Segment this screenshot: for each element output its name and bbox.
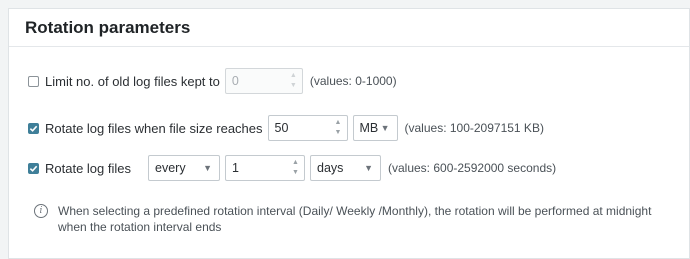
stepper-down-icon[interactable]: ▼	[335, 129, 342, 137]
limit-old-files-row: Limit no. of old log files kept to 0 ▲ ▼…	[28, 68, 397, 94]
rotation-interval-row: Rotate log files every ▼ 1 ▲ ▼ days ▼ (v…	[28, 155, 556, 181]
rotation-interval-checkbox[interactable]	[28, 162, 39, 174]
file-size-hint: (values: 100-2097151 KB)	[404, 121, 544, 135]
chevron-down-icon: ▼	[203, 163, 212, 173]
stepper-up-icon[interactable]: ▲	[290, 72, 297, 80]
stepper-up-icon[interactable]: ▲	[292, 159, 299, 167]
checkmark-icon	[29, 125, 38, 132]
file-size-value: 50	[274, 121, 289, 135]
file-size-unit-select[interactable]: MB ▼	[352, 115, 398, 141]
rotation-interval-value: 1	[232, 161, 239, 175]
limit-old-files-value: 0	[231, 74, 239, 88]
rotation-interval-unit-select[interactable]: days ▼	[310, 155, 381, 181]
rotation-info-note: i When selecting a predefined rotation i…	[34, 203, 654, 235]
limit-old-files-stepper[interactable]: ▲ ▼	[289, 72, 298, 90]
rotation-info-text: When selecting a predefined rotation int…	[58, 204, 652, 234]
rotation-frequency-select[interactable]: every ▼	[148, 155, 220, 181]
limit-old-files-label: Limit no. of old log files kept to	[45, 73, 220, 89]
file-size-checkbox[interactable]	[28, 122, 39, 134]
checkmark-icon	[29, 165, 38, 172]
rotation-interval-stepper[interactable]: ▲ ▼	[291, 159, 300, 177]
rotation-interval-label: Rotate log files	[45, 160, 131, 176]
chevron-down-icon: ▼	[364, 163, 373, 173]
panel-title: Rotation parameters	[25, 17, 191, 37]
rotation-interval-unit-value: days	[317, 161, 344, 175]
rotation-interval-hint: (values: 600-2592000 seconds)	[388, 161, 557, 175]
stepper-down-icon[interactable]: ▼	[290, 82, 297, 90]
stepper-up-icon[interactable]: ▲	[335, 119, 342, 127]
info-icon: i	[34, 204, 48, 218]
file-size-row: Rotate log files when file size reaches …	[28, 115, 544, 141]
chevron-down-icon: ▼	[380, 123, 390, 133]
rotation-frequency-value: every	[155, 161, 186, 175]
limit-old-files-hint: (values: 0-1000)	[309, 74, 397, 88]
rotation-parameters-panel: Rotation parameters Limit no. of old log…	[8, 8, 690, 259]
panel-header: Rotation parameters	[9, 9, 689, 47]
file-size-unit-value: MB	[359, 121, 379, 135]
file-size-label: Rotate log files when file size reaches	[45, 120, 263, 136]
stepper-down-icon[interactable]: ▼	[292, 169, 299, 177]
limit-old-files-checkbox[interactable]	[28, 75, 39, 87]
rotation-interval-input[interactable]: 1 ▲ ▼	[225, 155, 305, 181]
limit-old-files-input[interactable]: 0 ▲ ▼	[224, 68, 303, 94]
file-size-stepper[interactable]: ▲ ▼	[334, 119, 343, 137]
file-size-input[interactable]: 50 ▲ ▼	[267, 115, 348, 141]
